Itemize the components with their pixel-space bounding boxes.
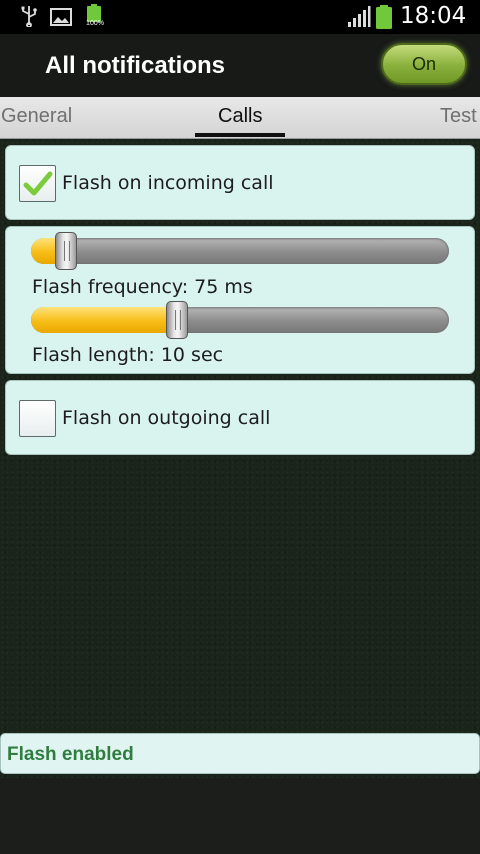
on-toggle-button[interactable]: On [381, 43, 467, 85]
usb-icon [21, 6, 37, 27]
flash-length-slider[interactable] [31, 301, 449, 339]
status-bar: 100% 18:04 [0, 0, 480, 34]
image-icon [50, 8, 72, 26]
page-title: All notifications [45, 52, 225, 79]
flash-settings-card: Flash frequency: 75 ms Flash length: 10 … [5, 226, 475, 374]
tab-bar: General Calls Test [0, 97, 480, 139]
action-bar: All notifications On [0, 34, 480, 97]
flash-frequency-thumb[interactable] [55, 232, 77, 270]
clock: 18:04 [400, 3, 467, 29]
incoming-call-label: Flash on incoming call [62, 172, 274, 194]
incoming-call-checkbox[interactable] [19, 165, 56, 202]
flash-length-caption: Flash length: 10 sec [32, 344, 224, 366]
status-text: Flash enabled [7, 744, 134, 765]
tab-test[interactable]: Test [440, 105, 477, 128]
status-box: Flash enabled [0, 733, 480, 774]
bottom-strip [0, 778, 480, 854]
flash-length-thumb[interactable] [166, 301, 188, 339]
flash-length-fill [31, 307, 177, 333]
flash-frequency-slider[interactable] [31, 232, 449, 270]
battery-percent-label: 100% [86, 20, 104, 27]
battery-icon [376, 5, 392, 29]
incoming-call-option[interactable]: Flash on incoming call [5, 145, 475, 220]
tab-general[interactable]: General [1, 105, 72, 128]
outgoing-call-option[interactable]: Flash on outgoing call [5, 380, 475, 455]
signal-icon [348, 6, 371, 27]
checkmark-icon [23, 171, 53, 196]
outgoing-call-label: Flash on outgoing call [62, 407, 271, 429]
tab-calls[interactable]: Calls [218, 105, 262, 128]
tab-selected-indicator [195, 133, 285, 137]
outgoing-call-checkbox[interactable] [19, 400, 56, 437]
flash-frequency-caption: Flash frequency: 75 ms [32, 276, 253, 298]
app-screen: 100% 18:04 All notifications On General … [0, 0, 480, 854]
